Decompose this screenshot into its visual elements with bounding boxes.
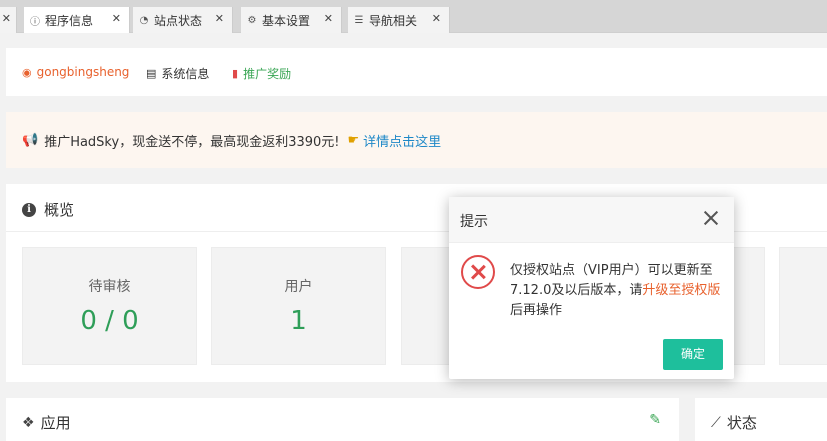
close-icon[interactable]: ✕ [215,12,224,25]
tab-label: 程序信息 [45,13,94,28]
gear-icon: ⚙ [247,14,257,26]
close-icon[interactable] [700,207,722,229]
dialog-header: 提示 [449,197,734,243]
stat-value: 1 [290,306,307,336]
username: gongbingsheng [36,65,130,79]
upgrade-link[interactable]: 升级至授权版 [642,283,720,298]
stat-value: 0 / 0 [80,306,139,336]
apps-panel: ❖ 应用 ✎ [6,398,679,441]
status-panel: ⟋ 状态 [695,398,827,441]
tab-program-info[interactable]: ⓘ 程序信息 ✕ [24,7,130,33]
stat-label: 用户 [284,279,313,295]
tab-label: 导航相关 [369,13,418,28]
ok-button[interactable]: 确定 [663,339,723,370]
dialog-message: 仅授权站点（VIP用户）可以更新至7.12.0及以后版本，请升级至授权版后再操作 [510,261,724,321]
megaphone-icon: 📢 [22,133,39,148]
apps-title-text: 应用 [40,414,71,432]
system-info-link[interactable]: ▤ 系统信息 [146,65,209,82]
status-title: ⟋ 状态 [711,412,757,433]
dialog-message-text: 后再操作 [510,303,563,318]
promo-reward-label: 推广奖励 [243,67,292,81]
server-icon: ▤ [146,67,157,80]
tab-navigation[interactable]: ☰ 导航相关 ✕ [348,7,450,33]
user-icon: ◉ [22,65,32,79]
promo-text-row: 📢 推广HadSky，现金送不停，最高现金返利3390元! ☛ 详情点击这里 [22,131,441,150]
overview-title-text: 概览 [44,201,75,219]
alert-dialog: 提示 仅授权站点（VIP用户）可以更新至7.12.0及以后版本，请升级至授权版后… [449,197,734,379]
promo-details-link[interactable]: 详情点击这里 [363,131,441,150]
tab-label: 站点状态 [154,13,203,28]
apps-title: ❖ 应用 [22,412,71,433]
promo-reward-link[interactable]: ▮ 推广奖励 [232,65,291,82]
promo-banner: 📢 推广HadSky，现金送不停，最高现金返利3390元! ☛ 详情点击这里 [6,112,827,168]
stat-card-users: 用户 1 [211,247,386,365]
line-chart-icon: ⟋ [711,414,721,431]
tab-label: 基本设置 [262,13,311,28]
promo-text: 推广HadSky，现金送不停，最高现金返利3390元! [44,135,340,150]
close-icon[interactable]: ✕ [432,12,441,25]
edit-icon[interactable]: ✎ [649,412,661,428]
stat-label: 待审核 [88,279,131,295]
pointing-hand-icon: ☛ [347,133,360,148]
error-icon [461,255,495,289]
system-info-label: 系统信息 [161,67,210,81]
close-icon[interactable]: ✕ [2,12,11,25]
tab-partial[interactable]: ✕ [0,7,17,33]
tab-bar: ✕ ⓘ 程序信息 ✕ ◔ 站点状态 ✕ ⚙ 基本设置 ✕ ☰ 导航相关 ✕ [0,0,827,33]
tab-site-status[interactable]: ◔ 站点状态 ✕ [133,7,233,33]
dialog-title: 提示 [460,214,488,230]
status-title-text: 状态 [726,414,757,432]
info-icon: ⓘ [30,16,40,28]
info-icon: i [22,202,36,217]
overview-title: i 概览 [22,199,74,220]
red-envelope-icon: ▮ [232,67,239,80]
username-link[interactable]: ◉ gongbingsheng [22,65,129,79]
list-icon: ☰ [354,14,364,26]
user-bar: ◉ gongbingsheng ▤ 系统信息 ▮ 推广奖励 [6,48,827,96]
tab-basic-settings[interactable]: ⚙ 基本设置 ✕ [241,7,342,33]
stat-card [779,247,827,365]
stat-card-pending: 待审核 0 / 0 [22,247,197,365]
cubes-icon: ❖ [22,414,35,431]
dashboard-icon: ◔ [139,14,149,26]
close-icon[interactable]: ✕ [324,12,333,25]
close-icon[interactable]: ✕ [112,12,121,25]
